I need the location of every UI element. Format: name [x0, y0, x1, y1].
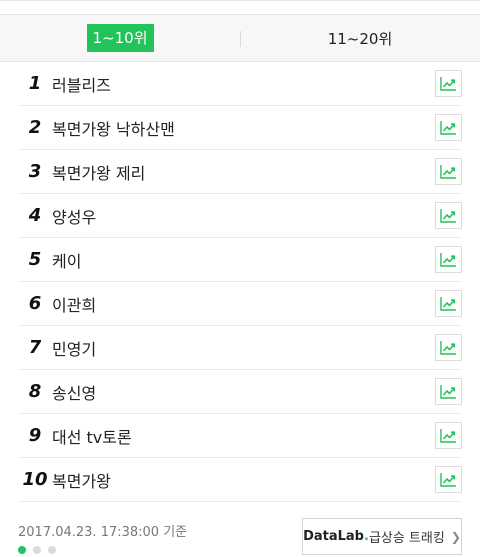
trend-chart-icon — [440, 297, 456, 311]
rank-number: 2 — [28, 117, 42, 138]
ranking-row[interactable]: 7 민영기 — [18, 326, 462, 370]
trend-button[interactable] — [435, 422, 462, 449]
trend-chart-icon — [440, 341, 456, 355]
rank-number: 10 — [22, 469, 48, 490]
rank-number: 3 — [28, 161, 42, 182]
tab-label: 1~10위 — [86, 24, 154, 52]
datalab-trend-button[interactable]: DataLab. 급상승 트래킹 ❯ — [302, 518, 462, 555]
ranking-row[interactable]: 4 양성우 — [18, 194, 462, 238]
trend-chart-icon — [440, 121, 456, 135]
ranking-row[interactable]: 9 대선 tv토론 — [18, 414, 462, 458]
page-dot[interactable] — [48, 546, 56, 554]
trend-button[interactable] — [435, 70, 462, 97]
rank-number: 6 — [28, 293, 42, 314]
ranking-row[interactable]: 8 송신영 — [18, 370, 462, 414]
keyword-link[interactable]: 양성우 — [52, 204, 435, 228]
trend-button[interactable] — [435, 246, 462, 273]
keyword-link[interactable]: 복면가왕 낙하산맨 — [52, 116, 435, 140]
ranking-row[interactable]: 10 복면가왕 — [18, 458, 462, 502]
rank-number: 9 — [28, 425, 42, 446]
ranking-row[interactable]: 5 케이 — [18, 238, 462, 282]
rank-number: 4 — [28, 205, 42, 226]
datalab-brand: DataLab — [303, 529, 364, 544]
trend-button[interactable] — [435, 378, 462, 405]
rank-number: 1 — [28, 73, 42, 94]
keyword-link[interactable]: 케이 — [52, 248, 435, 272]
trend-chart-icon — [440, 77, 456, 91]
keyword-link[interactable]: 러블리즈 — [52, 72, 435, 96]
datalab-label: 급상승 트래킹 — [368, 531, 445, 546]
trend-chart-icon — [440, 253, 456, 267]
trend-button[interactable] — [435, 466, 462, 493]
keyword-link[interactable]: 복면가왕 — [52, 468, 435, 492]
trend-button[interactable] — [435, 114, 462, 141]
trend-button[interactable] — [435, 202, 462, 229]
chevron-right-icon: ❯ — [450, 529, 461, 544]
ranking-list: 1 러블리즈 2 복면가왕 낙하산맨 3 복면가왕 제리 4 양성우 5 케이 … — [18, 62, 462, 502]
tab-rank-1-10[interactable]: 1~10위 — [0, 15, 240, 61]
keyword-link[interactable]: 복면가왕 제리 — [52, 160, 435, 184]
trend-chart-icon — [440, 165, 456, 179]
rank-number: 8 — [28, 381, 42, 402]
timestamp: 2017.04.23. 17:38:00 기준 — [18, 525, 188, 540]
page-dot[interactable] — [18, 546, 26, 554]
ranking-row[interactable]: 6 이관희 — [18, 282, 462, 326]
tab-label: 11~20위 — [327, 29, 393, 48]
ranking-row[interactable]: 1 러블리즈 — [18, 62, 462, 106]
trend-chart-icon — [440, 429, 456, 443]
rank-tabs: 1~10위 11~20위 — [0, 14, 480, 62]
keyword-link[interactable]: 대선 tv토론 — [52, 424, 435, 448]
trend-button[interactable] — [435, 334, 462, 361]
trend-chart-icon — [440, 385, 456, 399]
ranking-row[interactable]: 2 복면가왕 낙하산맨 — [18, 106, 462, 150]
ranking-footer: 2017.04.23. 17:38:00 기준 DataLab. 급상승 트래킹 … — [18, 512, 462, 557]
keyword-link[interactable]: 송신영 — [52, 380, 435, 404]
trend-button[interactable] — [435, 158, 462, 185]
rank-number: 5 — [28, 249, 42, 270]
rank-number: 7 — [28, 337, 42, 358]
tab-rank-11-20[interactable]: 11~20위 — [240, 15, 480, 61]
keyword-link[interactable]: 민영기 — [52, 336, 435, 360]
top-divider — [0, 0, 480, 1]
trend-chart-icon — [440, 473, 456, 487]
page-dot[interactable] — [33, 546, 41, 554]
trend-chart-icon — [440, 209, 456, 223]
ranking-row[interactable]: 3 복면가왕 제리 — [18, 150, 462, 194]
pagination-dots — [18, 546, 56, 554]
keyword-link[interactable]: 이관희 — [52, 292, 435, 316]
trend-button[interactable] — [435, 290, 462, 317]
